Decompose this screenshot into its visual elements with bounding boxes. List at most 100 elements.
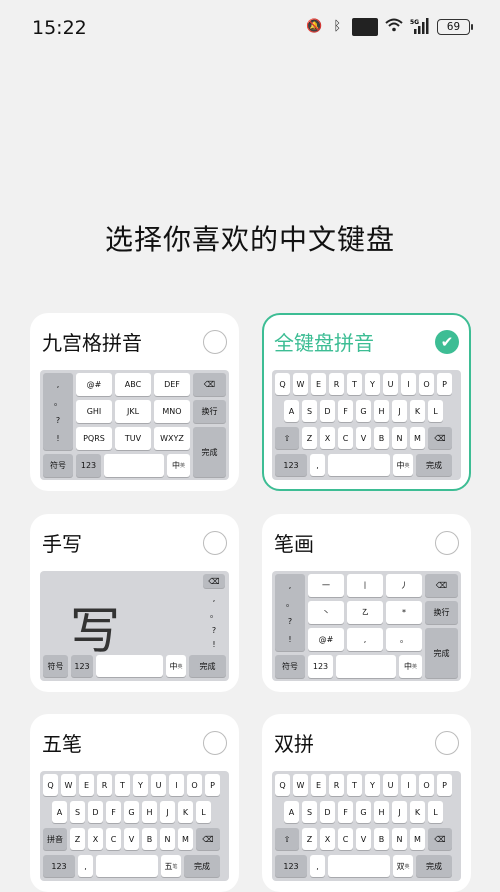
- key: JKL: [115, 400, 151, 423]
- key: D: [320, 400, 335, 422]
- backspace-icon: ⌫: [203, 574, 225, 588]
- option-label: 笔画: [274, 532, 314, 556]
- key: G: [356, 400, 371, 422]
- handwriting-preview: 写 ⌫ , 。 ? ! 符号 123 中英 完成: [40, 571, 229, 681]
- wifi-icon: [385, 18, 403, 36]
- check-icon[interactable]: ✔: [435, 330, 459, 354]
- keyboard-option-stroke[interactable]: 笔画 , 。 ? ! 一 丨 丿 ⌫ 丶 ㇠ * 换行 @# , 。 完成 符号…: [262, 514, 471, 692]
- pinyin-mode-key: 拼音: [43, 828, 67, 850]
- shift-icon: ⇧: [275, 427, 299, 449]
- backspace-icon: ⌫: [425, 574, 458, 597]
- key: E: [311, 373, 326, 395]
- key: L: [428, 400, 443, 422]
- key: 。: [386, 628, 422, 651]
- key: M: [410, 828, 425, 850]
- key: A: [52, 801, 67, 823]
- key: F: [338, 801, 353, 823]
- key: 丨: [347, 574, 383, 597]
- num-key: 123: [275, 855, 307, 877]
- key: W: [293, 373, 308, 395]
- key: Z: [302, 427, 317, 449]
- key: B: [142, 828, 157, 850]
- key: O: [419, 774, 434, 796]
- key: PQRS: [76, 427, 112, 450]
- nine-key-preview: , 。 ? ! @# ABC DEF ⌫ GHI JKL MNO 换行 PQRS…: [40, 370, 229, 480]
- shuangpin-preview: Q W E R T Y U I O P A S D F G H J K L ⇧ …: [272, 771, 461, 881]
- space-key: [96, 855, 158, 877]
- lang-switch-key: 中英: [393, 454, 413, 476]
- key: T: [115, 774, 130, 796]
- key: 一: [308, 574, 344, 597]
- key: *: [386, 601, 422, 624]
- num-key: 123: [275, 454, 307, 476]
- key: E: [311, 774, 326, 796]
- key: S: [302, 400, 317, 422]
- 5g-signal-icon: 5G: [410, 18, 430, 36]
- key: R: [329, 373, 344, 395]
- key: T: [347, 774, 362, 796]
- radio-button[interactable]: [203, 330, 227, 354]
- radio-button[interactable]: [203, 731, 227, 755]
- key: G: [356, 801, 371, 823]
- key: P: [205, 774, 220, 796]
- key: D: [320, 801, 335, 823]
- key: J: [392, 400, 407, 422]
- key: DEF: [154, 373, 190, 396]
- keyboard-option-shuangpin[interactable]: 双拼 Q W E R T Y U I O P A S D F G H J K L…: [262, 714, 471, 892]
- key: O: [187, 774, 202, 796]
- keyboard-option-wubi[interactable]: 五笔 Q W E R T Y U I O P A S D F G H J K L…: [30, 714, 239, 892]
- radio-button[interactable]: [435, 531, 459, 555]
- stroke-preview: , 。 ? ! 一 丨 丿 ⌫ 丶 ㇠ * 换行 @# , 。 完成 符号 12…: [272, 571, 461, 681]
- key: 丿: [386, 574, 422, 597]
- wubi-preview: Q W E R T Y U I O P A S D F G H J K L 拼音…: [40, 771, 229, 881]
- key: K: [410, 801, 425, 823]
- hd-icon: HD: [352, 18, 378, 36]
- done-key: 完成: [193, 427, 226, 477]
- key: H: [374, 400, 389, 422]
- key: V: [356, 427, 371, 449]
- key: F: [338, 400, 353, 422]
- key: U: [383, 373, 398, 395]
- key: C: [338, 828, 353, 850]
- key: M: [410, 427, 425, 449]
- key: C: [338, 427, 353, 449]
- key: P: [437, 373, 452, 395]
- wrap-key: 换行: [425, 601, 458, 624]
- symbols-key: 符号: [43, 655, 68, 677]
- lang-switch-key: 中英: [167, 454, 190, 477]
- keyboard-option-full-qwerty[interactable]: 全键盘拼音 ✔ Q W E R T Y U I O P A S D F G H …: [262, 313, 471, 491]
- radio-button[interactable]: [203, 531, 227, 555]
- key: ,: [212, 593, 216, 603]
- lang-switch-key: 中英: [399, 655, 422, 678]
- space-key: [336, 655, 396, 678]
- key: U: [383, 774, 398, 796]
- key: TUV: [115, 427, 151, 450]
- radio-button[interactable]: [435, 731, 459, 755]
- key: S: [302, 801, 317, 823]
- key: Y: [365, 774, 380, 796]
- keyboard-option-nine-key[interactable]: 九宫格拼音 , 。 ? ! @# ABC DEF ⌫ GHI JKL MNO 换…: [30, 313, 239, 491]
- num-key: 123: [308, 655, 333, 678]
- keyboard-option-handwriting[interactable]: 手写 写 ⌫ , 。 ? ! 符号 123 中英 完成: [30, 514, 239, 692]
- key: N: [392, 427, 407, 449]
- key: J: [160, 801, 175, 823]
- key: N: [160, 828, 175, 850]
- key: I: [169, 774, 184, 796]
- key: L: [428, 801, 443, 823]
- key: N: [392, 828, 407, 850]
- option-label: 双拼: [274, 732, 314, 756]
- done-key: 完成: [416, 855, 452, 877]
- status-icons: 🔕 ᛒ HD 5G 69: [306, 18, 473, 36]
- key: X: [320, 828, 335, 850]
- key: C: [106, 828, 121, 850]
- key: A: [284, 801, 299, 823]
- key: F: [106, 801, 121, 823]
- key: L: [196, 801, 211, 823]
- key: W: [293, 774, 308, 796]
- comma-key: ,: [78, 855, 93, 877]
- key: Y: [133, 774, 148, 796]
- key: S: [70, 801, 85, 823]
- qwerty-preview: Q W E R T Y U I O P A S D F G H J K L ⇧ …: [272, 370, 461, 480]
- key: ABC: [115, 373, 151, 396]
- option-label: 九宫格拼音: [42, 331, 142, 355]
